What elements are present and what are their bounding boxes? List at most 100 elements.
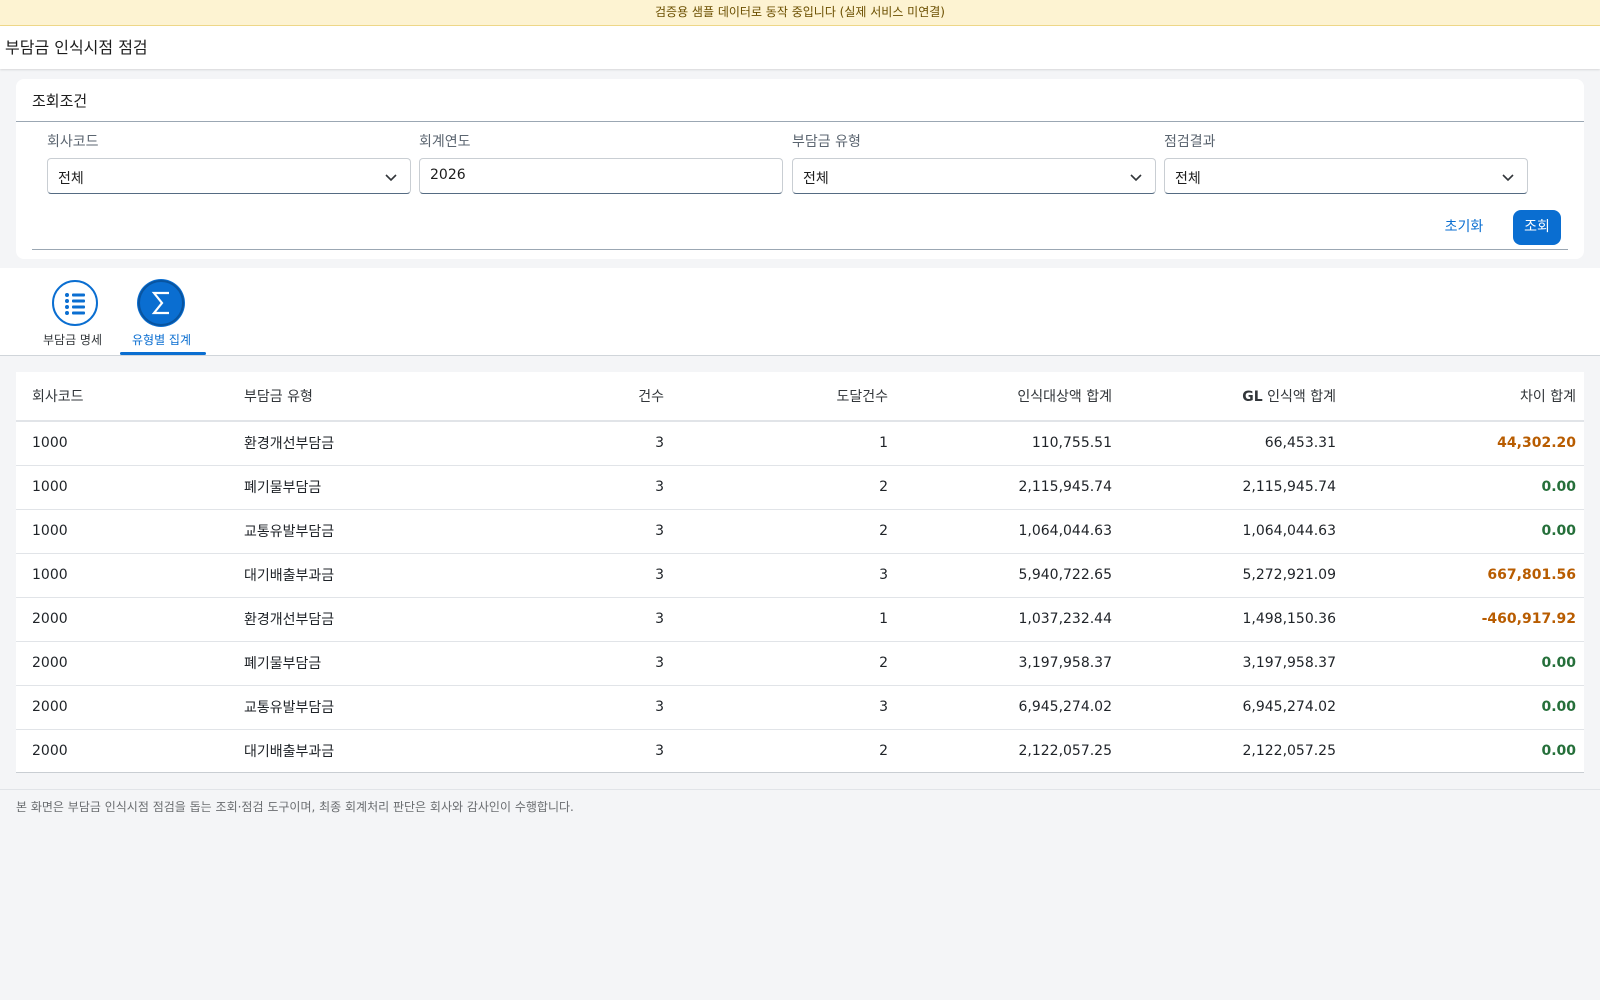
gl-prefix: GL bbox=[1242, 389, 1263, 405]
filter-panel-header[interactable]: 조회조건 bbox=[16, 79, 1584, 122]
table-header-row: 회사코드 부담금 유형 건수 도달건수 인식대상액 합계 GL 인식액 합계 차… bbox=[16, 372, 1584, 422]
divider bbox=[32, 249, 1568, 250]
check-result-value: 전체 bbox=[1175, 171, 1201, 187]
cell-gl-sum: 66,453.31 bbox=[1120, 421, 1344, 466]
cell-count: 3 bbox=[440, 597, 672, 642]
table-row[interactable]: 2000 대기배출부과금 3 2 2,122,057.25 2,122,057.25 0.0… bbox=[16, 729, 1584, 773]
cell-count: 3 bbox=[440, 421, 672, 466]
cell-count: 3 bbox=[440, 465, 672, 510]
column-header-diff-sum[interactable]: 차이 합계 bbox=[1344, 372, 1584, 422]
cell-gl-sum: 5,272,921.09 bbox=[1120, 553, 1344, 598]
cell-diff-sum: 0.00 bbox=[1344, 685, 1584, 730]
check-result-select[interactable]: 전체 bbox=[1164, 158, 1528, 194]
tab-type-summary[interactable]: 유형별 집계 bbox=[120, 268, 206, 356]
charge-type-value: 전체 bbox=[803, 171, 829, 187]
table-row[interactable]: 2000 교통유발부담금 3 3 6,945,274.02 6,945,274.02 0.0… bbox=[16, 685, 1584, 730]
cell-target-sum: 5,940,722.65 bbox=[896, 553, 1120, 598]
column-header-company-code[interactable]: 회사코드 bbox=[16, 372, 228, 422]
cell-gl-sum: 2,115,945.74 bbox=[1120, 465, 1344, 510]
cell-diff-sum: 0.00 bbox=[1344, 641, 1584, 686]
cell-charge-type: 대기배출부과금 bbox=[244, 744, 335, 761]
cell-count: 3 bbox=[440, 685, 672, 730]
fiscal-year-label: 회계연도 bbox=[419, 134, 471, 150]
list-icon bbox=[52, 280, 98, 326]
table-row[interactable]: 2000 폐기물부담금 3 2 3,197,958.37 3,197,958.37 0.00 bbox=[16, 641, 1584, 686]
filter-heading: 조회조건 bbox=[32, 92, 88, 110]
cell-company-code: 1000 bbox=[16, 509, 228, 554]
cell-reached-count: 3 bbox=[672, 553, 896, 598]
chevron-down-icon bbox=[385, 174, 397, 182]
company-code-value: 전체 bbox=[58, 171, 84, 187]
column-header-charge-type[interactable]: 부담금 유형 bbox=[228, 372, 440, 422]
cell-count: 3 bbox=[440, 553, 672, 598]
selected-tab-indicator bbox=[120, 352, 206, 355]
cell-reached-count: 2 bbox=[672, 509, 896, 554]
cell-reached-count: 3 bbox=[672, 685, 896, 730]
cell-target-sum: 1,037,232.44 bbox=[896, 597, 1120, 642]
cell-target-sum: 6,945,274.02 bbox=[896, 685, 1120, 730]
company-code-label: 회사코드 bbox=[47, 134, 99, 150]
fiscal-year-input[interactable] bbox=[430, 167, 770, 183]
cell-gl-sum: 1,498,150.36 bbox=[1120, 597, 1344, 642]
cell-gl-sum: 1,064,044.63 bbox=[1120, 509, 1344, 554]
sigma-icon bbox=[138, 280, 184, 326]
tab-label: 유형별 집계 bbox=[132, 333, 192, 347]
tab-charge-details[interactable]: 부담금 명세 bbox=[42, 268, 108, 356]
table-row[interactable]: 1000 폐기물부담금 3 2 2,115,945.74 2,115,945.74 0.00 bbox=[16, 465, 1584, 510]
reset-button[interactable]: 초기화 bbox=[1434, 210, 1494, 244]
filter-panel: 조회조건 회사코드 전체 회계연도 부담금 유형 전체 점검결과 전체 초기화 … bbox=[16, 79, 1584, 259]
cell-count: 3 bbox=[440, 641, 672, 686]
cell-reached-count: 2 bbox=[672, 641, 896, 686]
cell-target-sum: 2,115,945.74 bbox=[896, 465, 1120, 510]
gl-header-text: 인식액 합계 bbox=[1262, 389, 1336, 405]
cell-charge-type: 대기배출부과금 bbox=[228, 553, 440, 598]
charge-type-select[interactable]: 전체 bbox=[792, 158, 1156, 194]
chevron-down-icon bbox=[1502, 174, 1514, 182]
tab-bar: 부담금 명세 유형별 집계 bbox=[0, 268, 1600, 356]
table-row[interactable]: 1000 대기배출부과금 3 3 5,940,722.65 5,272,921.09 667… bbox=[16, 553, 1584, 598]
search-button[interactable]: 조회 bbox=[1513, 210, 1561, 245]
tab-label: 부담금 명세 bbox=[43, 333, 103, 347]
sample-data-banner: 검증용 샘플 데이터로 동작 중입니다 (실제 서비스 미연결) bbox=[0, 0, 1600, 26]
column-header-target-sum[interactable]: 인식대상액 합계 bbox=[896, 372, 1120, 422]
check-result-label: 점검결과 bbox=[1164, 134, 1216, 150]
cell-diff-sum: 667,801.56 bbox=[1344, 553, 1584, 598]
cell-charge-type: 교통유발부담금 bbox=[228, 685, 440, 730]
cell-gl-sum: 2,122,057.25 bbox=[1242, 743, 1336, 760]
cell-charge-type: 폐기물부담금 bbox=[228, 641, 440, 686]
table-row[interactable]: 1000 교통유발부담금 3 2 1,064,044.63 1,064,044.63 0.0… bbox=[16, 509, 1584, 554]
cell-target-sum: 2,122,057.25 bbox=[1018, 743, 1112, 760]
chevron-down-icon bbox=[1130, 174, 1142, 182]
column-header-count[interactable]: 건수 bbox=[440, 372, 672, 422]
cell-company-code: 2000 bbox=[16, 597, 228, 642]
page-title: 부담금 인식시점 점검 bbox=[0, 26, 1600, 69]
cell-charge-type: 환경개선부담금 bbox=[228, 597, 440, 642]
cell-diff-sum: 0.00 bbox=[1344, 465, 1584, 510]
cell-company-code: 1000 bbox=[16, 465, 228, 510]
company-code-select[interactable]: 전체 bbox=[47, 158, 411, 194]
cell-target-sum: 3,197,958.37 bbox=[896, 641, 1120, 686]
cell-reached-count: 2 bbox=[879, 743, 888, 760]
column-header-gl-sum[interactable]: GL 인식액 합계 bbox=[1120, 372, 1344, 422]
cell-diff-sum: 44,302.20 bbox=[1344, 421, 1584, 466]
cell-gl-sum: 6,945,274.02 bbox=[1120, 685, 1344, 730]
cell-company-code: 1000 bbox=[16, 553, 228, 598]
cell-company-code: 2000 bbox=[16, 641, 228, 686]
cell-company-code: 2000 bbox=[16, 685, 228, 730]
cell-count: 3 bbox=[655, 743, 664, 760]
table-row[interactable]: 2000 환경개선부담금 3 1 1,037,232.44 1,498,150.36 -46… bbox=[16, 597, 1584, 642]
cell-reached-count: 1 bbox=[672, 597, 896, 642]
disclaimer-note: 본 화면은 부담금 인식시점 점검을 돕는 조회·점검 도구이며, 최종 회계처… bbox=[16, 800, 574, 814]
cell-charge-type: 환경개선부담금 bbox=[228, 421, 440, 466]
column-header-reached-count[interactable]: 도달건수 bbox=[672, 372, 896, 422]
cell-diff-sum: 0.00 bbox=[1541, 743, 1576, 760]
cell-diff-sum: -460,917.92 bbox=[1344, 597, 1584, 642]
divider bbox=[0, 789, 1600, 790]
cell-count: 3 bbox=[440, 509, 672, 554]
cell-target-sum: 1,064,044.63 bbox=[896, 509, 1120, 554]
charge-type-label: 부담금 유형 bbox=[792, 134, 861, 150]
cell-company-code: 2000 bbox=[32, 743, 68, 760]
cell-reached-count: 2 bbox=[672, 465, 896, 510]
table-row[interactable]: 1000 환경개선부담금 3 1 110,755.51 66,453.31 44,302.2… bbox=[16, 421, 1584, 466]
fiscal-year-field[interactable] bbox=[419, 158, 783, 194]
